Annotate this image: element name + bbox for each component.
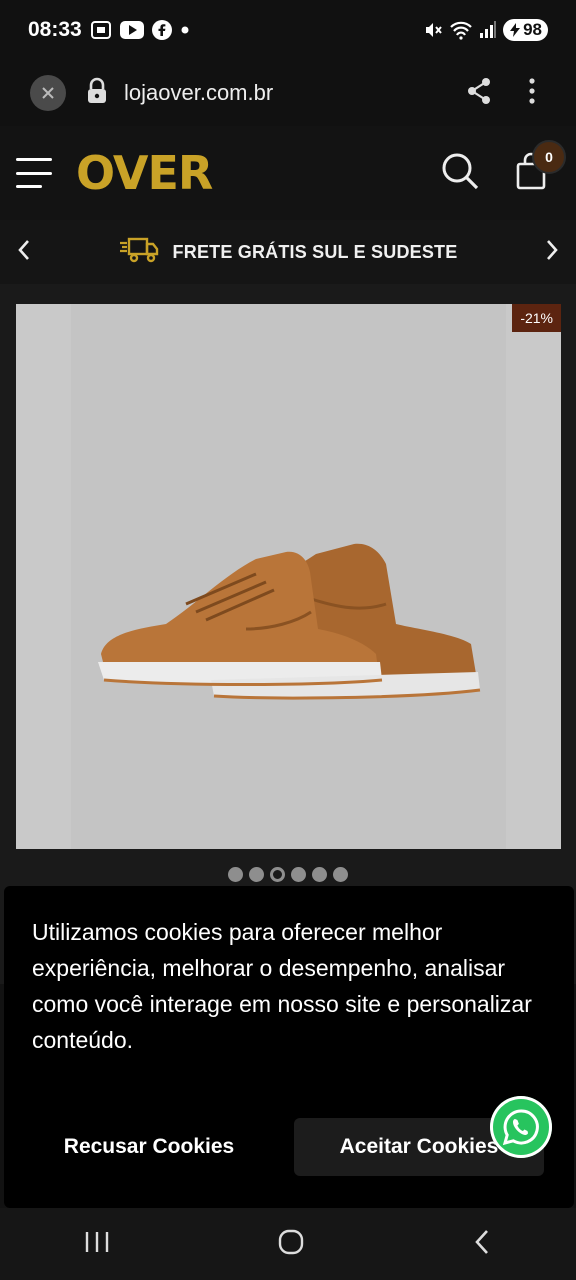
system-navigation-bar	[0, 1208, 576, 1280]
product-image[interactable]: -21%	[16, 304, 561, 849]
wifi-icon	[449, 20, 473, 40]
browser-toolbar: lojaover.com.br	[0, 60, 576, 126]
sneakers-image	[98, 543, 481, 700]
cookie-message: Utilizamos cookies para oferecer melhor …	[32, 919, 532, 1053]
header-actions: 0	[440, 139, 566, 196]
status-left: 08:33	[28, 18, 190, 42]
status-time: 08:33	[28, 18, 82, 41]
gallery-dot[interactable]	[291, 867, 306, 882]
share-icon[interactable]	[466, 77, 492, 110]
status-right: 98	[423, 19, 548, 41]
cookie-consent-banner: Utilizamos cookies para oferecer melhor …	[4, 886, 574, 1208]
gallery-dot[interactable]	[228, 867, 243, 882]
back-icon[interactable]	[472, 1228, 492, 1261]
battery-level: 98	[523, 20, 542, 39]
gallery-dot[interactable]	[312, 867, 327, 882]
discount-badge: -21%	[512, 304, 561, 332]
status-bar: 08:33 98	[0, 0, 576, 60]
product-gallery: -21%	[0, 284, 576, 984]
chevron-right-icon[interactable]	[544, 238, 560, 267]
battery-charging-icon	[510, 23, 521, 37]
home-icon[interactable]	[277, 1228, 305, 1261]
cookie-actions: Recusar Cookies Aceitar Cookies	[4, 1118, 574, 1176]
refuse-cookies-button[interactable]: Recusar Cookies	[4, 1118, 294, 1176]
lock-icon[interactable]	[86, 77, 108, 110]
address-url[interactable]: lojaover.com.br	[124, 80, 466, 106]
mute-icon	[423, 20, 443, 40]
chevron-left-icon[interactable]	[16, 238, 32, 267]
recent-apps-icon[interactable]	[84, 1230, 110, 1259]
whatsapp-button[interactable]	[490, 1096, 552, 1158]
store-logo[interactable]: OVER	[76, 146, 213, 200]
more-options-icon[interactable]	[528, 77, 536, 110]
whatsapp-icon	[502, 1109, 539, 1146]
youtube-icon	[119, 21, 144, 39]
promo-text: FRETE GRÁTIS SUL E SUDESTE	[172, 241, 458, 262]
facebook-icon	[151, 20, 172, 40]
gallery-dot[interactable]	[333, 867, 348, 882]
gallery-dot[interactable]	[249, 867, 264, 882]
promo-carousel: FRETE GRÁTIS SUL E SUDESTE	[0, 220, 576, 284]
delivery-truck-icon	[119, 236, 159, 269]
notification-dot-icon	[180, 25, 190, 35]
cart-button[interactable]: 0	[516, 139, 566, 195]
screenshot-icon	[90, 20, 112, 40]
gallery-dot-active[interactable]	[270, 867, 285, 882]
search-icon[interactable]	[440, 151, 480, 196]
menu-icon[interactable]	[16, 158, 52, 188]
signal-icon	[479, 21, 497, 39]
site-header: OVER 0	[0, 126, 576, 220]
cart-count-badge: 0	[532, 139, 566, 174]
browser-actions	[466, 77, 536, 110]
battery-indicator: 98	[503, 19, 548, 41]
promo-message: FRETE GRÁTIS SUL E SUDESTE	[119, 236, 458, 269]
close-tab-button[interactable]	[30, 75, 66, 111]
gallery-pagination	[0, 867, 576, 882]
close-icon	[42, 87, 54, 99]
